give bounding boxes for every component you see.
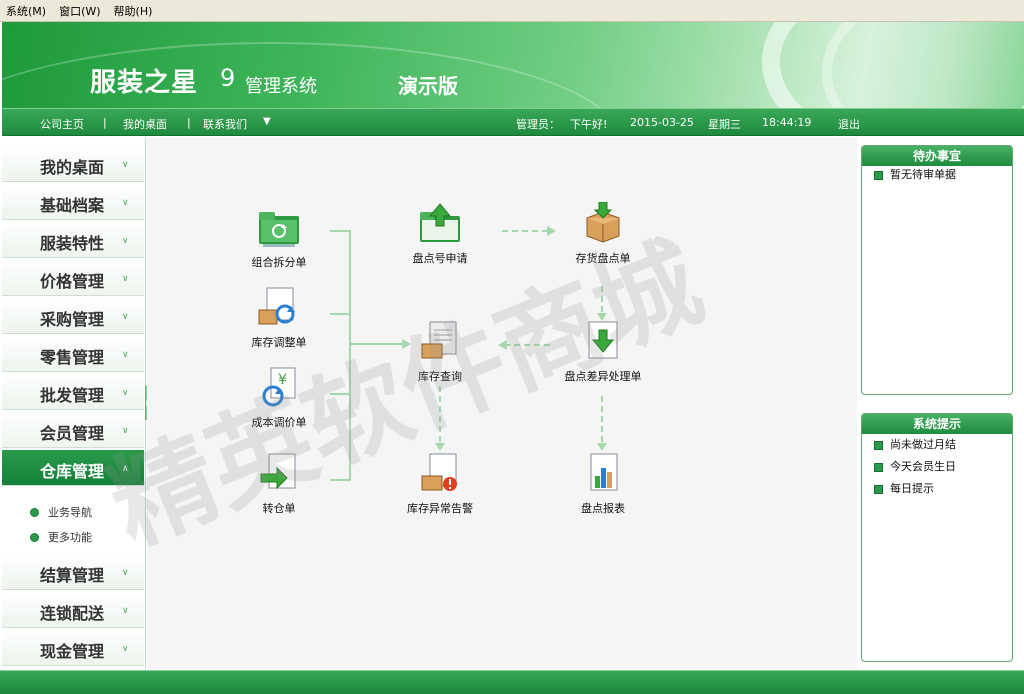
node-cost-adjust[interactable]: ¥ 成本调价单 bbox=[229, 366, 329, 430]
chevron-down-icon: ∨ bbox=[122, 644, 129, 654]
chevron-down-icon: ∨ bbox=[122, 606, 129, 616]
node-transfer[interactable]: 转仓单 bbox=[229, 452, 329, 516]
todo-item[interactable]: 暂无待审单据 bbox=[862, 166, 1012, 184]
bullet-icon bbox=[874, 463, 883, 472]
tip-item[interactable]: 尚未做过月结 bbox=[862, 434, 1012, 456]
chevron-down-icon: ∨ bbox=[122, 160, 129, 170]
chevron-down-icon: ∨ bbox=[122, 388, 129, 398]
sidebar-item-member-management[interactable]: 会员管理 ∨ bbox=[2, 412, 144, 448]
current-weekday: 星期三 bbox=[708, 118, 741, 131]
tip-item[interactable]: 每日提示 bbox=[862, 478, 1012, 500]
sidebar-item-warehouse-management[interactable]: 仓库管理 ∧ bbox=[2, 450, 144, 486]
folder-upload-icon bbox=[420, 203, 460, 242]
flow-canvas: 组合拆分单 库存调整单 ¥ 成本调价单 转仓单 盘点号申请 库存查询 库存异常告… bbox=[147, 138, 857, 669]
brand-subtitle: 管理系统 bbox=[245, 76, 317, 97]
nav-company-home[interactable]: 公司主页 bbox=[40, 116, 84, 132]
chevron-down-icon: ∨ bbox=[122, 198, 129, 208]
sidebar-item-my-desktop[interactable]: 我的桌面 ∨ bbox=[2, 146, 144, 182]
system-tips-title: 系统提示 bbox=[862, 414, 1012, 434]
bullet-icon bbox=[874, 171, 883, 180]
node-stock-query[interactable]: 库存查询 bbox=[390, 320, 490, 384]
sidebar-item-wholesale-management[interactable]: 批发管理 ∨ bbox=[2, 374, 144, 410]
nav-my-desktop[interactable]: 我的桌面 bbox=[123, 116, 167, 132]
sidebar-item-purchase-management[interactable]: 采购管理 ∨ bbox=[2, 298, 144, 334]
chevron-down-icon: ∨ bbox=[122, 350, 129, 360]
sidebar-item-basic-files[interactable]: 基础档案 ∨ bbox=[2, 184, 144, 220]
chevron-down-icon: ∨ bbox=[122, 274, 129, 284]
sidebar-item-retail-management[interactable]: 零售管理 ∨ bbox=[2, 336, 144, 372]
menu-help[interactable]: 帮助(H) bbox=[114, 3, 153, 19]
document-alert-icon bbox=[421, 453, 457, 491]
folder-refresh-icon bbox=[259, 212, 299, 247]
top-nav: 公司主页 | 我的桌面 | 联系我们 ▼ 管理员： 下午好! 2015-03-2… bbox=[2, 108, 1024, 136]
node-stock-adjust[interactable]: 库存调整单 bbox=[229, 286, 329, 350]
sidebar-item-cash-management[interactable]: 现金管理 ∨ bbox=[2, 630, 144, 666]
todo-panel: 待办事宜 暂无待审单据 bbox=[861, 145, 1013, 395]
node-diff-process[interactable]: 盘点差异处理单 bbox=[553, 320, 653, 384]
sidebar: 我的桌面 ∨ 基础档案 ∨ 服装特性 ∨ 价格管理 ∨ 采购管理 ∨ 零售管理 ∨ 批发管理… bbox=[2, 138, 146, 669]
bullet-icon bbox=[874, 441, 883, 450]
menu-system[interactable]: 系统(M) bbox=[6, 3, 46, 19]
subitem-business-navigation[interactable]: 业务导航 bbox=[30, 504, 92, 520]
box-download-icon bbox=[586, 202, 620, 243]
document-box-refresh-icon bbox=[258, 287, 295, 325]
status-bar bbox=[0, 670, 1024, 694]
nav-separator: | bbox=[187, 116, 191, 129]
logout-link[interactable]: 退出 bbox=[838, 116, 860, 132]
chevron-down-icon: ∨ bbox=[122, 426, 129, 436]
sidebar-item-garment-attributes[interactable]: 服装特性 ∨ bbox=[2, 222, 144, 258]
app-banner: 服装之星 9 管理系统 演示版 bbox=[2, 22, 1024, 108]
chevron-up-icon: ∧ bbox=[122, 464, 129, 474]
sidebar-item-settlement-management[interactable]: 结算管理 ∨ bbox=[2, 554, 144, 590]
document-down-arrow-icon bbox=[588, 321, 618, 359]
menu-bar: 系统(M) 窗口(W) 帮助(H) bbox=[0, 0, 1024, 22]
edition-label: 演示版 bbox=[398, 74, 458, 98]
subitem-more-functions[interactable]: 更多功能 bbox=[30, 529, 92, 545]
brand-title: 服装之星 bbox=[90, 68, 199, 98]
document-box-icon bbox=[421, 321, 457, 359]
tip-item[interactable]: 今天会员生日 bbox=[862, 456, 1012, 478]
chevron-down-icon: ∨ bbox=[122, 312, 129, 322]
todo-panel-title: 待办事宜 bbox=[862, 146, 1012, 166]
chevron-down-icon: ∨ bbox=[122, 568, 129, 578]
svg-text:¥: ¥ bbox=[278, 372, 287, 388]
admin-label: 管理员： bbox=[516, 118, 560, 131]
chevron-down-icon: ∨ bbox=[122, 236, 129, 246]
transfer-arrow-icon bbox=[260, 453, 296, 490]
node-count-report[interactable]: 盘点报表 bbox=[553, 452, 653, 516]
bullet-icon bbox=[30, 508, 39, 517]
nav-contact-us[interactable]: 联系我们 bbox=[203, 116, 247, 132]
bar-chart-document-icon bbox=[590, 453, 618, 491]
node-stock-alert[interactable]: 库存异常告警 bbox=[390, 452, 490, 516]
node-count-apply[interactable]: 盘点号申请 bbox=[390, 202, 490, 266]
current-date: 2015-03-25 bbox=[630, 116, 694, 129]
nav-separator: | bbox=[103, 116, 107, 129]
price-document-icon: ¥ bbox=[262, 367, 296, 407]
contact-dropdown-icon[interactable]: ▼ bbox=[263, 116, 271, 127]
brand-version: 9 bbox=[220, 64, 236, 92]
system-tips-panel: 系统提示 尚未做过月结 今天会员生日 每日提示 bbox=[861, 413, 1013, 662]
bullet-icon bbox=[874, 485, 883, 494]
node-inventory-count[interactable]: 存货盘点单 bbox=[553, 202, 653, 266]
sidebar-item-chain-distribution[interactable]: 连锁配送 ∨ bbox=[2, 592, 144, 628]
node-combo-split[interactable]: 组合拆分单 bbox=[229, 206, 329, 270]
bullet-icon bbox=[30, 533, 39, 542]
menu-window[interactable]: 窗口(W) bbox=[59, 3, 100, 19]
sidebar-item-price-management[interactable]: 价格管理 ∨ bbox=[2, 260, 144, 296]
greeting: 下午好! bbox=[570, 118, 608, 131]
current-time: 18:44:19 bbox=[762, 116, 812, 129]
